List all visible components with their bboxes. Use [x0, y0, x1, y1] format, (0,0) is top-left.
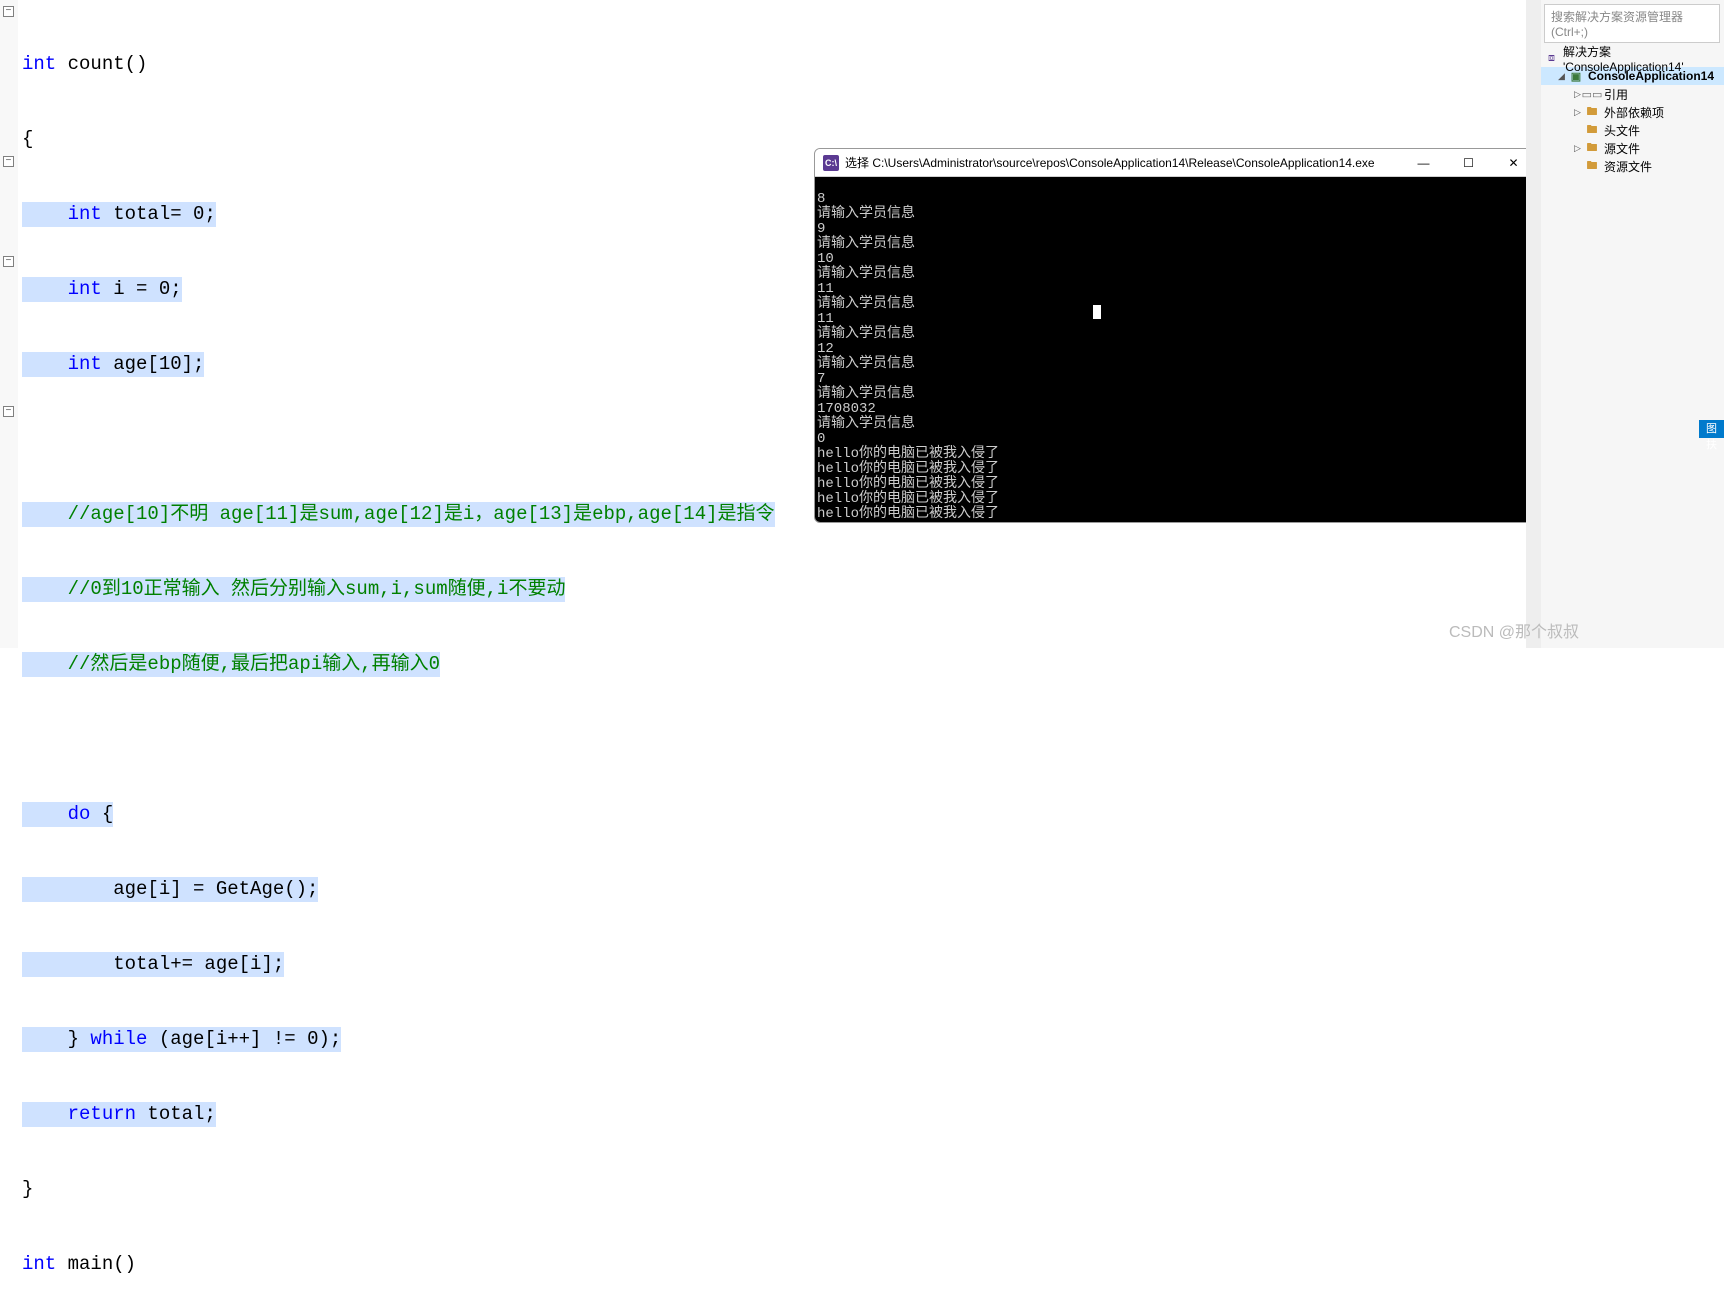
console-cursor	[1093, 305, 1101, 319]
headers-node[interactable]: 🖿 头文件	[1540, 121, 1724, 139]
project-label: ConsoleApplication14	[1588, 69, 1714, 83]
console-title: 选择 C:\Users\Administrator\source\repos\C…	[845, 154, 1401, 171]
folder-icon: 🖿	[1584, 105, 1600, 119]
watermark-text: CSDN @那个叔叔	[1449, 618, 1579, 642]
solution-node[interactable]: ⧈ 解决方案 'ConsoleApplication14'	[1540, 49, 1724, 67]
folder-icon: 🖿	[1584, 141, 1600, 155]
resources-label: 资源文件	[1604, 158, 1652, 175]
project-node[interactable]: ◢ ▣ ConsoleApplication14	[1540, 67, 1724, 85]
fold-toggle[interactable]: −	[3, 256, 14, 267]
external-deps-node[interactable]: ▷ 🖿 外部依赖项	[1540, 103, 1724, 121]
references-label: 引用	[1604, 86, 1628, 103]
solution-icon: ⧈	[1544, 51, 1559, 65]
solution-explorer[interactable]: 搜索解决方案资源管理器(Ctrl+;) ⧈ 解决方案 'ConsoleAppli…	[1539, 0, 1724, 648]
sources-node[interactable]: ▷ 🖿 源文件	[1540, 139, 1724, 157]
fold-toggle[interactable]: −	[3, 406, 14, 417]
side-tool-button[interactable]: 图 扶	[1699, 420, 1724, 438]
console-window[interactable]: C:\ 选择 C:\Users\Administrator\source\rep…	[814, 148, 1537, 523]
headers-label: 头文件	[1604, 122, 1640, 139]
console-app-icon: C:\	[823, 155, 839, 171]
solution-tree[interactable]: ⧈ 解决方案 'ConsoleApplication14' ◢ ▣ Consol…	[1540, 47, 1724, 177]
console-output[interactable]: 8 请输入学员信息 9 请输入学员信息 10 请输入学员信息 11 请输入学员信…	[815, 177, 1536, 522]
sources-label: 源文件	[1604, 140, 1640, 157]
project-icon: ▣	[1568, 69, 1584, 83]
maximize-button[interactable]: ☐	[1446, 149, 1491, 177]
minimize-button[interactable]: —	[1401, 149, 1446, 177]
references-node[interactable]: ▷ ▭▭ 引用	[1540, 85, 1724, 103]
folder-icon: 🖿	[1584, 123, 1600, 137]
folder-icon: 🖿	[1584, 159, 1600, 173]
external-deps-label: 外部依赖项	[1604, 104, 1664, 121]
fold-toggle[interactable]: −	[3, 156, 14, 167]
solution-search-input[interactable]: 搜索解决方案资源管理器(Ctrl+;)	[1544, 4, 1720, 43]
console-titlebar[interactable]: C:\ 选择 C:\Users\Administrator\source\rep…	[815, 149, 1536, 177]
resources-node[interactable]: 🖿 资源文件	[1540, 157, 1724, 175]
fold-toggle[interactable]: −	[3, 6, 14, 17]
expand-arrow-icon[interactable]: ▷	[1574, 143, 1584, 154]
editor-scrollbar[interactable]	[1526, 0, 1541, 648]
expand-arrow-icon[interactable]: ◢	[1558, 71, 1568, 82]
expand-arrow-icon[interactable]: ▷	[1574, 107, 1584, 118]
code-body[interactable]: int count() { int total= 0; int i = 0; i…	[0, 2, 810, 1296]
fold-gutter: − − − −	[0, 0, 18, 648]
code-editor[interactable]: − − − − int count() { int total= 0; int …	[0, 0, 810, 648]
reference-icon: ▭▭	[1584, 87, 1600, 101]
